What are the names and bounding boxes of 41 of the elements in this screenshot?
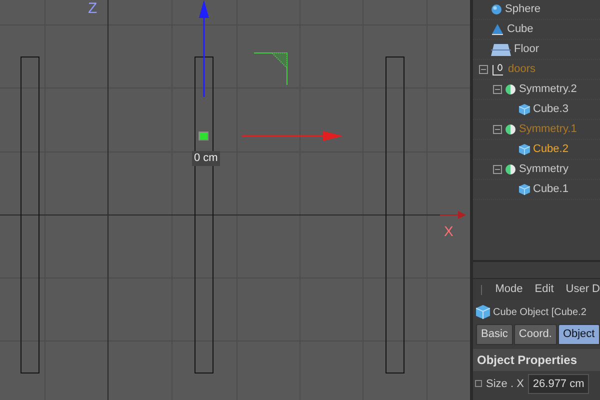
object-name[interactable]: Cube.1 — [533, 181, 568, 198]
tab[interactable]: Object — [558, 324, 600, 344]
cube-icon — [476, 305, 490, 319]
collapse-icon[interactable] — [493, 125, 502, 134]
symmetry-icon — [505, 84, 516, 95]
sphere-icon — [491, 4, 502, 15]
symmetry-icon — [505, 124, 516, 135]
collapse-icon[interactable] — [493, 85, 502, 94]
floor-icon — [491, 44, 511, 56]
pivot-handle[interactable] — [198, 132, 208, 140]
tab[interactable]: Basic — [476, 324, 513, 344]
grip-icon[interactable] — [481, 284, 484, 294]
plane-handle[interactable] — [254, 52, 288, 86]
menu-item[interactable]: User D — [566, 281, 600, 298]
object-name[interactable]: Cube.2 — [533, 141, 568, 158]
object-name[interactable]: Symmetry.2 — [519, 81, 577, 98]
menu-item[interactable]: Edit — [534, 281, 554, 298]
distance-readout: 0 cm — [192, 151, 220, 166]
null-object-icon — [491, 63, 505, 76]
symmetry-icon — [505, 164, 516, 175]
z-axis-label: Z — [88, 0, 98, 19]
tab[interactable]: Coord. — [514, 324, 557, 344]
cube-icon — [519, 104, 530, 115]
world-x-arrow — [440, 211, 466, 219]
x-axis-label: X — [444, 222, 454, 241]
cone-icon — [491, 24, 504, 35]
menu-item[interactable]: Mode — [495, 281, 523, 298]
checkbox[interactable] — [475, 380, 482, 388]
number-field[interactable]: 26.977 cm — [528, 374, 590, 394]
collapse-icon[interactable] — [479, 65, 488, 74]
object-name[interactable]: Sphere — [505, 1, 540, 18]
section-header: Object Properties — [473, 348, 600, 370]
object-name[interactable]: Floor — [514, 41, 540, 58]
object-name[interactable]: Cube — [507, 21, 534, 38]
object-name[interactable]: Symmetry — [519, 161, 568, 178]
collapse-icon[interactable] — [493, 165, 502, 174]
field-label: Size . X — [486, 376, 524, 392]
cube-icon — [519, 184, 530, 195]
object-name[interactable]: Cube.3 — [533, 101, 568, 118]
object-title: Cube Object [Cube.2 — [493, 306, 586, 320]
cube-icon — [519, 144, 530, 155]
